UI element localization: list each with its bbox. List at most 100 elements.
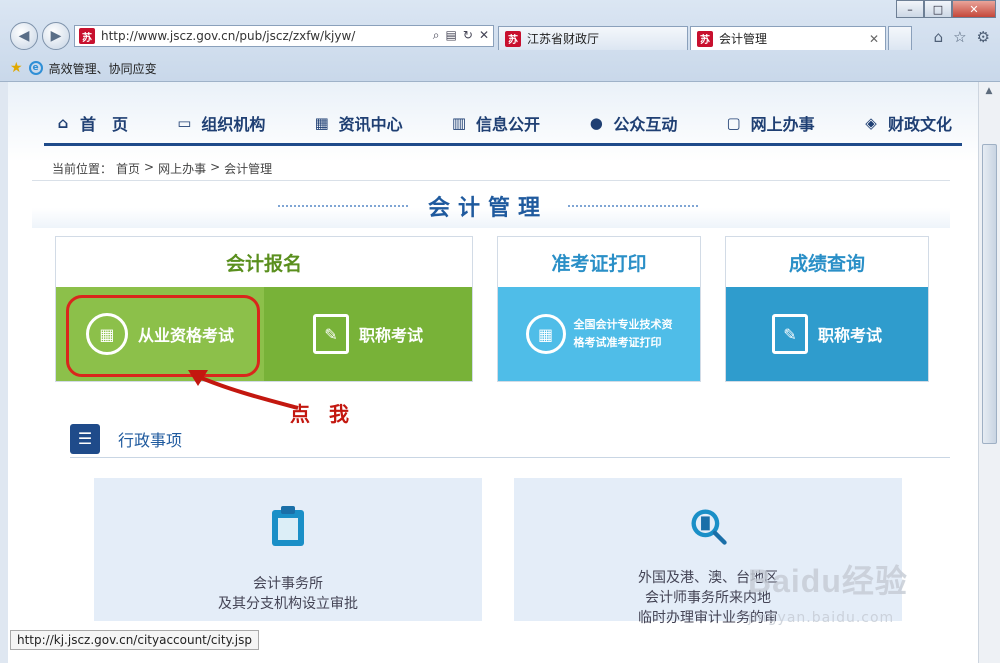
tab-favicon-icon: 苏 (505, 30, 521, 47)
close-window-button[interactable]: ✕ (952, 0, 996, 18)
breadcrumb-separator: > (210, 160, 221, 174)
browser-tools: ⌂ ☆ ⚙ (934, 28, 990, 46)
search-icon[interactable]: ⌕ (433, 28, 440, 43)
favorites-link[interactable]: 高效管理、协同应变 (49, 60, 157, 77)
magnifier-building-icon (688, 504, 728, 548)
forward-arrow-icon: ▶ (50, 28, 62, 44)
watermark-logo: Baidu经验 (748, 563, 908, 599)
admission-print-button[interactable]: ▦ 全国会计专业技术资 格考试准考证打印 (498, 287, 700, 381)
refresh-icon[interactable]: ↻ (463, 28, 473, 43)
section-title: 会计管理 (278, 190, 699, 222)
forward-button[interactable]: ▶ (42, 22, 70, 50)
window-controls: – □ ✕ (896, 0, 996, 18)
admission-options: ▦ 全国会计专业技术资 格考试准考证打印 (498, 287, 700, 381)
nav-item-interaction[interactable]: ● 公众互动 (587, 111, 678, 135)
tab-accounting[interactable]: 苏 会计管理 ✕ (690, 26, 886, 50)
nav-item-disclosure[interactable]: ▥ 信息公开 (450, 111, 540, 135)
admission-text: 全国会计专业技术资 格考试准考证打印 (574, 316, 673, 352)
admission-title: 准考证打印 (551, 252, 647, 275)
close-tab-icon[interactable]: ✕ (869, 32, 879, 46)
monitor-icon: ▢ (726, 113, 741, 132)
breadcrumb-current: 会计管理 (224, 162, 273, 176)
vertical-scrollbar[interactable]: ▲ (978, 82, 1000, 663)
nav-item-news[interactable]: ▦ 资讯中心 (313, 111, 403, 135)
gear-icon[interactable]: ⚙ (977, 28, 990, 46)
tab-favicon-icon: 苏 (697, 30, 713, 47)
back-arrow-icon: ◀ (18, 28, 30, 44)
breadcrumb-link-home[interactable]: 首页 (116, 160, 140, 177)
nav-item-organization[interactable]: ▭ 组织机构 (175, 111, 265, 135)
back-button[interactable]: ◀ (10, 22, 38, 50)
option-label: 职称考试 (358, 326, 423, 345)
news-icon: ▦ (314, 113, 329, 132)
favorites-bar: ★ e 高效管理、协同应变 (0, 56, 1000, 80)
address-bar[interactable]: 苏 http://www.jscz.gov.cn/pub/jscz/zxfw/k… (74, 25, 494, 47)
new-tab-button[interactable] (888, 26, 912, 50)
watermark-url: jingyan.baidu.com (748, 610, 895, 626)
nav-label: 首 页 (80, 114, 129, 134)
divider (568, 205, 699, 207)
home-icon: ⌂ (57, 113, 69, 132)
scores-title: 成绩查询 (788, 252, 865, 275)
status-url: http://kj.jscz.gov.cn/cityaccount/city.j… (10, 630, 259, 650)
nav-label: 组织机构 (201, 114, 266, 134)
id-card-icon: ▭ (177, 113, 192, 132)
maximize-button[interactable]: □ (924, 0, 952, 18)
nav-item-home[interactable]: ⌂ 首 页 (54, 111, 128, 135)
edit-icon: ✎ (312, 314, 349, 354)
culture-icon: ◈ (865, 113, 877, 132)
compat-view-icon[interactable]: ▤ (446, 28, 457, 43)
admin-section-title: 行政事项 (118, 430, 183, 450)
document-stack-icon: ☰ (70, 423, 100, 454)
page-title: 会计管理 (428, 196, 549, 221)
nav-label: 财政文化 (887, 114, 952, 134)
columns-icon: ▥ (451, 113, 467, 132)
admission-card: 准考证打印 ▦ 全国会计专业技术资 格考试准考证打印 (497, 236, 701, 382)
nav-label: 公众互动 (613, 114, 678, 134)
add-favorites-icon[interactable]: ★ (10, 60, 23, 76)
divider (278, 205, 408, 207)
breadcrumb: 当前位置： 首页 > 网上办事 > 会计管理 (52, 160, 272, 177)
nav-item-culture[interactable]: ◈ 财政文化 (862, 111, 952, 135)
baidu-watermark: Baidu经验 jingyan.baidu.com (748, 556, 958, 646)
main-navigation: ⌂ 首 页 ▭ 组织机构 ▦ 资讯中心 ▥ 信息公开 ● 公众互动 ▢ 网上办事… (44, 102, 962, 146)
scroll-up-icon[interactable]: ▲ (979, 82, 999, 100)
address-text[interactable]: http://www.jscz.gov.cn/pub/jscz/zxfw/kjy… (101, 29, 355, 43)
tab-jscz[interactable]: 苏 江苏省财政厅 (498, 26, 688, 50)
nav-label: 信息公开 (475, 114, 540, 134)
scores-title-exam-button[interactable]: ✎ 职称考试 (726, 287, 928, 381)
edit-icon: ✎ (771, 314, 808, 354)
breadcrumb-prefix: 当前位置： (52, 162, 113, 176)
breadcrumb-link-online[interactable]: 网上办事 (158, 160, 206, 177)
tab-label: 会计管理 (719, 32, 768, 46)
nav-item-online-services[interactable]: ▢ 网上办事 (725, 111, 815, 135)
scores-options: ✎ 职称考试 (726, 287, 928, 381)
browser-chrome: – □ ✕ ◀ ▶ 苏 http://www.jscz.gov.cn/pub/j… (0, 0, 1000, 82)
registration-title: 会计报名 (225, 252, 302, 275)
service-line-1: 会计事务所 (253, 576, 323, 592)
service-firm-approval[interactable]: 会计事务所 及其分支机构设立审批 (94, 478, 482, 621)
admission-line-2: 格考试准考证打印 (573, 336, 662, 349)
admission-line-1: 全国会计专业技术资 (573, 318, 673, 331)
service-text: 会计事务所 及其分支机构设立审批 (218, 574, 358, 614)
stop-icon[interactable]: ✕ (479, 28, 489, 43)
clipboard-icon (268, 504, 308, 548)
annotation-arrow-icon (188, 370, 299, 410)
minimize-button[interactable]: – (896, 0, 924, 18)
favorites-star-icon[interactable]: ☆ (953, 28, 966, 46)
admin-section-header: ☰ 行政事项 (70, 420, 950, 458)
abacus-icon: ▦ (525, 314, 566, 354)
scores-card: 成绩查询 ✎ 职称考试 (725, 236, 929, 382)
divider (32, 180, 950, 181)
nav-label: 资讯中心 (338, 114, 403, 134)
tab-label: 江苏省财政厅 (527, 32, 600, 46)
breadcrumb-separator: > (144, 160, 155, 174)
ie-page-icon: e (28, 61, 43, 75)
option-label: 职称考试 (817, 326, 882, 345)
home-icon[interactable]: ⌂ (934, 28, 944, 46)
nav-label: 网上办事 (750, 114, 815, 134)
scrollbar-thumb[interactable] (982, 144, 997, 444)
service-line-2: 及其分支机构设立审批 (218, 596, 358, 612)
address-tools: ⌕ ▤ ↻ ✕ (433, 28, 489, 43)
user-icon: ● (589, 113, 603, 132)
